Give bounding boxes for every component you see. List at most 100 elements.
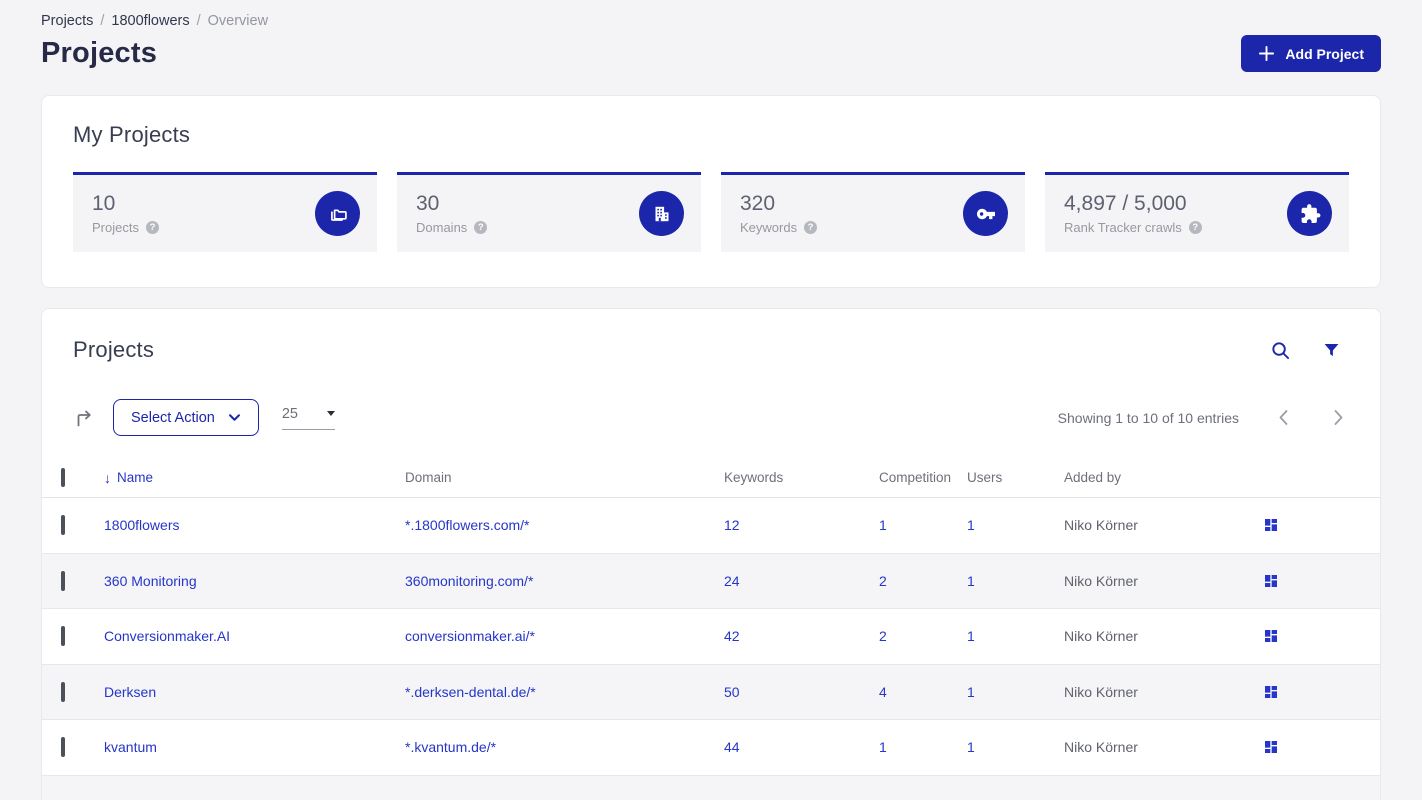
project-competition-value[interactable]: 1 — [879, 517, 887, 533]
add-project-button[interactable]: Add Project — [1241, 35, 1381, 72]
stat-keywords: 320 Keywords? — [721, 172, 1025, 252]
breadcrumb-separator: / — [100, 13, 105, 29]
project-added-by: Niko Körner — [1064, 739, 1138, 756]
breadcrumb-projects[interactable]: Projects — [41, 13, 93, 29]
project-competition-value[interactable]: 4 — [879, 684, 887, 700]
projects-folders-icon — [315, 191, 360, 236]
projects-panel-title: Projects — [73, 337, 155, 362]
plus-icon — [1258, 45, 1275, 62]
project-domain-link[interactable]: conversionmaker.ai/* — [405, 628, 535, 644]
breadcrumb-overview: Overview — [207, 13, 269, 29]
table-body: 1800flowers *.1800flowers.com/* 12 1 1 N… — [42, 498, 1380, 776]
project-users-value[interactable]: 1 — [967, 573, 975, 589]
my-projects-card: My Projects 10 Projects? 30 Domains? 320… — [41, 95, 1381, 288]
project-keywords-value[interactable]: 44 — [724, 739, 740, 755]
column-header-users[interactable]: Users — [967, 470, 1064, 485]
projects-table: ↓ Name Domain Keywords Competition Users… — [42, 458, 1380, 800]
project-name-link[interactable]: Derksen — [104, 684, 156, 700]
stats-row: 10 Projects? 30 Domains? 320 Keywords ? … — [73, 172, 1349, 252]
dashboard-icon[interactable] — [1263, 684, 1279, 700]
stat-projects-value: 10 — [92, 192, 116, 215]
project-users-value[interactable]: 1 — [967, 628, 975, 644]
column-header-keywords[interactable]: Keywords — [724, 470, 879, 485]
row-checkbox[interactable] — [61, 570, 65, 591]
stat-keywords-value: 320 — [740, 192, 776, 215]
row-checkbox[interactable] — [61, 737, 65, 758]
search-icon[interactable] — [1270, 340, 1291, 361]
stat-rank-tracker-value: 4,897 / 5,000 — [1064, 192, 1187, 215]
stat-rank-tracker-label: Rank Tracker crawls — [1064, 220, 1182, 235]
project-name-link[interactable]: Conversionmaker.AI — [104, 628, 230, 644]
table-row: 1800flowers *.1800flowers.com/* 12 1 1 N… — [42, 498, 1380, 554]
stat-domains-label: Domains — [416, 220, 468, 235]
project-users-value[interactable]: 1 — [967, 739, 975, 755]
row-checkbox[interactable] — [61, 515, 65, 536]
column-header-added-by[interactable]: Added by — [1064, 470, 1263, 485]
row-checkbox[interactable] — [61, 681, 65, 702]
help-icon[interactable]: ? — [474, 221, 488, 234]
project-domain-link[interactable]: *.derksen-dental.de/* — [405, 684, 536, 700]
dashboard-icon[interactable] — [1263, 517, 1279, 533]
pagination-prev-icon[interactable] — [1278, 409, 1289, 426]
table-row-partial — [42, 775, 1380, 800]
stat-domains: 30 Domains? — [397, 172, 701, 252]
project-domain-link[interactable]: 360monitoring.com/* — [405, 573, 533, 589]
project-users-value[interactable]: 1 — [967, 684, 975, 700]
help-icon[interactable]: ? — [804, 221, 818, 234]
project-name-link[interactable]: 360 Monitoring — [104, 573, 197, 589]
dashboard-icon[interactable] — [1263, 573, 1279, 589]
table-toolbar: Select Action 25 Showing 1 to 10 of 10 e… — [42, 399, 1380, 436]
breadcrumb: Projects / 1800flowers / Overview — [41, 13, 1381, 29]
page: Projects / 1800flowers / Overview Projec… — [0, 13, 1422, 800]
project-keywords-value[interactable]: 50 — [724, 684, 740, 700]
forward-arrow-icon[interactable] — [73, 407, 95, 429]
building-icon — [639, 191, 684, 236]
breadcrumb-1800flowers[interactable]: 1800flowers — [111, 13, 189, 29]
project-competition-value[interactable]: 2 — [879, 573, 887, 589]
pagination-next-icon[interactable] — [1333, 409, 1344, 426]
project-keywords-value[interactable]: 12 — [724, 517, 740, 533]
project-keywords-value[interactable]: 42 — [724, 628, 740, 644]
key-icon — [963, 191, 1008, 236]
row-checkbox[interactable] — [61, 626, 65, 647]
table-row: 360 Monitoring 360monitoring.com/* 24 2 … — [42, 553, 1380, 609]
help-icon[interactable]: ? — [145, 221, 159, 234]
dashboard-icon[interactable] — [1263, 739, 1279, 755]
project-keywords-value[interactable]: 24 — [724, 573, 740, 589]
table-header-row: ↓ Name Domain Keywords Competition Users… — [42, 458, 1380, 498]
table-row: kvantum *.kvantum.de/* 44 1 1 Niko Körne… — [42, 720, 1380, 776]
column-header-domain[interactable]: Domain — [405, 470, 724, 485]
projects-table-card: Projects Select Action 25 Showing 1 to 1… — [41, 308, 1381, 800]
select-all-checkbox[interactable] — [61, 468, 65, 487]
project-added-by: Niko Körner — [1064, 517, 1138, 534]
sort-desc-icon: ↓ — [104, 469, 111, 486]
column-header-competition[interactable]: Competition — [879, 470, 967, 485]
project-added-by: Niko Körner — [1064, 572, 1138, 589]
select-action-dropdown[interactable]: Select Action — [113, 399, 259, 436]
help-icon[interactable]: ? — [1188, 221, 1202, 234]
project-name-link[interactable]: 1800flowers — [104, 517, 180, 533]
project-competition-value[interactable]: 2 — [879, 628, 887, 644]
page-title: Projects — [41, 37, 158, 69]
project-competition-value[interactable]: 1 — [879, 739, 887, 755]
project-added-by: Niko Körner — [1064, 628, 1138, 645]
dashboard-icon[interactable] — [1263, 628, 1279, 644]
column-header-name[interactable]: ↓ Name — [104, 470, 405, 486]
table-row: Conversionmaker.AI conversionmaker.ai/* … — [42, 609, 1380, 665]
stat-rank-tracker: 4,897 / 5,000 Rank Tracker crawls? — [1045, 172, 1349, 252]
my-projects-title: My Projects — [73, 122, 191, 147]
puzzle-icon — [1287, 191, 1332, 236]
stat-domains-value: 30 — [416, 192, 440, 215]
project-domain-link[interactable]: *.kvantum.de/* — [405, 739, 496, 755]
table-row: Derksen *.derksen-dental.de/* 50 4 1 Nik… — [42, 664, 1380, 720]
stat-projects: 10 Projects? — [73, 172, 377, 252]
project-domain-link[interactable]: *.1800flowers.com/* — [405, 517, 530, 533]
project-added-by: Niko Körner — [1064, 683, 1138, 700]
chevron-down-icon — [228, 413, 241, 422]
project-users-value[interactable]: 1 — [967, 517, 975, 533]
project-name-link[interactable]: kvantum — [104, 739, 157, 755]
showing-entries-text: Showing 1 to 10 of 10 entries — [1057, 409, 1239, 426]
filter-icon[interactable] — [1322, 341, 1341, 360]
breadcrumb-separator: / — [196, 13, 201, 29]
page-size-select[interactable]: 25 — [281, 406, 335, 430]
